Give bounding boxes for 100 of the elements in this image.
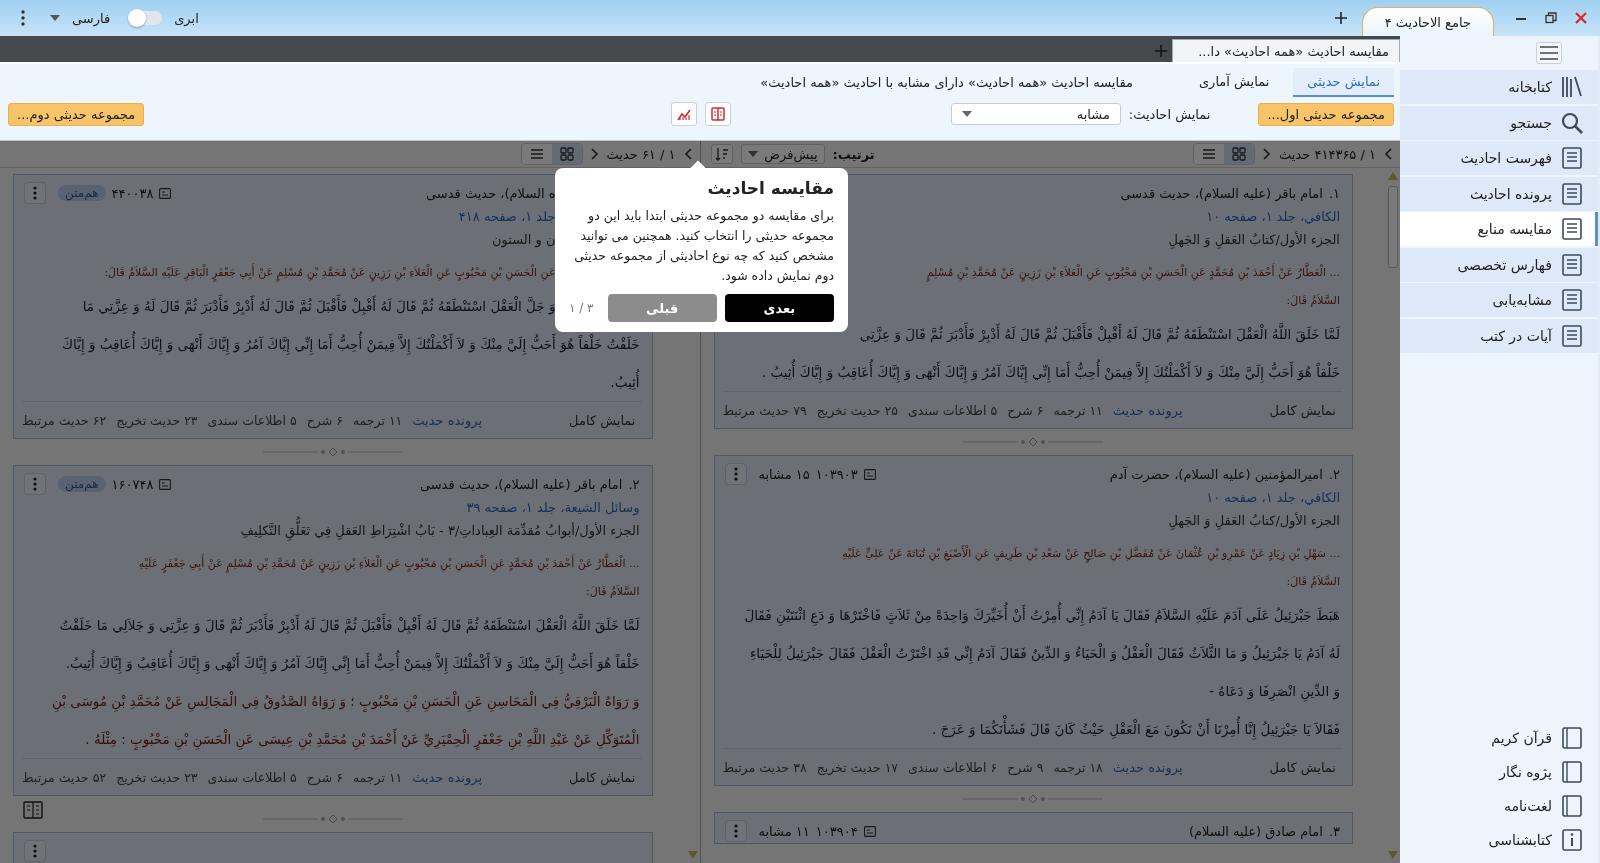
more-menu-button[interactable] [724,463,747,485]
hadith-text: خَلْقاً هُوَ أَحَبُّ إِلَيَّ مِنْكَ وَ لاَ أَكْمَلْتُكَ إِلاَّ فِيمَنْ أُحِبُّ أَمَا إِنِّي إِيَّاكَ آمُرُ وَ إِيَّاكَ أَنْهَى وَ إِيَّاكَ أُعَاقِبُ وَ إِيَّاكَ أُثِيبُ . [761,353,1340,391]
stat-count: ۶ شرح [306,412,343,428]
stat-count: ۶۲ حدیث مرتبط [22,412,107,428]
cloud-toggle[interactable] [128,11,163,25]
grid-view-button[interactable] [1224,144,1255,164]
stat-count: ۹ شرح [1007,759,1044,775]
chart-button[interactable] [670,102,697,126]
filter-dropdown[interactable]: مشابه [950,103,1121,125]
kebab-icon [33,477,37,491]
stat-count: ۲۳ حدیث تخریج [116,412,198,428]
document-tab[interactable]: مقایسه احادیث «همه احادیث» دا... [1172,39,1400,62]
list-view-button[interactable] [1194,144,1225,164]
full-view-link[interactable]: نمایش کامل [1269,402,1336,418]
stat-count: ۲۳ حدیث تخریج [116,769,198,785]
sidebar-item[interactable]: جستجو [1400,105,1598,140]
full-view-link[interactable]: نمایش کامل [569,769,636,785]
filter-label: نمایش احادیث: [1128,106,1211,122]
pager-text: ۱ / ۴۱۴۳۶۵ حدیث [1279,146,1376,162]
menu-button[interactable] [1536,42,1562,64]
similar-count: ۱۱ مشابه [758,823,810,839]
more-menu-button[interactable] [24,840,46,862]
sidebar-item[interactable]: کتابشناسی [1400,823,1598,857]
sidebar-item[interactable]: پژوه نگار [1400,755,1598,789]
book-button[interactable] [704,102,731,126]
sidebar-item[interactable]: پرونده احادیث [1400,176,1598,211]
hadith-text: خَلْقاً هُوَ أَحَبُّ إِلَيَّ مِنْكَ وَ لاَ أَكْمَلْتُكَ إِلاَّ فِيمَنْ أُحِبُّ أَمَا إِنِّي إِيَّاكَ آمُرُ وَ إِيَّاكَ أَنْهَى وَ إِيَّاكَ أُعَاقِبُ وَ إِيَّاكَ أُثِيبُ. [65,644,640,682]
hadith-id: ۱۰۳۹۰۴ [815,823,858,839]
scrollbar-thumb[interactable] [1388,186,1398,268]
similar-count: ۱۵ مشابه [758,466,810,482]
app-tab[interactable]: جامع الاحادیث ۴ [1361,7,1494,36]
document-icon [1560,217,1584,241]
plus-icon [1155,45,1167,57]
sidebar-item[interactable]: فهارس تخصصی [1400,247,1598,282]
view-tab[interactable]: نمایش حدیثی [1293,67,1394,97]
document-icon [1560,252,1584,277]
chain-text: السَّلاَمُ قَالَ: [586,584,640,600]
view-tab[interactable]: نمایش آماری [1184,67,1284,97]
sidebar-item[interactable]: فهرست احادیث [1400,141,1598,175]
note-text: الْمُتَوَكِّلِ عَنْ عَبْدِ اللَّهِ بْنِ جَعْفَرٍ الْحِمْيَرِيِّ عَنْ أَحْمَدَ بْنِ مُحَمَّدِ بْنِ عِيسَى عَنِ الْحَسَنِ بْنِ مَحْبُوبٍ : مِثْلَهُ . [85,720,640,758]
hadith-text: فَقَالاَ يَا جَبْرَئِيلُ إِنَّا أُمِرْنَا أَنْ نَكُونَ مَعَ الْعَقْلِ حَيْثُ كَانَ قَالَ فَشَأْنَكُمَا وَ عَرَجَ . [931,710,1340,748]
stat-count: ۵۲ حدیث مرتبط [22,769,107,785]
hadith-number: ۲. [628,476,640,492]
sidebar-item[interactable]: کتابخانه [1400,70,1598,104]
more-menu-button[interactable] [24,182,46,204]
note-text: وَ رَوَاهُ الْبَرْقِيُّ فِي الْمَحَاسِنِ عَنِ الْحَسَنِ بْنِ مَحْبُوبٍ ؛ وَ رَوَاهُ الصَّدُوقُ فِي الْمَجَالِسِ عَنْ مُحَمَّدِ بْنِ مُوسَى بْنِ [51,682,640,720]
sort-dropdown[interactable]: پیش‌فرض [740,144,825,164]
cloud-label: ابری [174,10,199,26]
hadith-number: ۲. [1328,466,1340,482]
more-menu-button[interactable] [24,473,46,495]
id-card-icon [863,825,876,837]
chevron-left-icon[interactable] [1384,148,1392,160]
language-dropdown[interactable]: فارسی [44,8,117,28]
grid-icon [1232,147,1247,161]
menu-icon [1540,46,1558,60]
sort-icon [714,147,729,161]
grid-view-button[interactable] [551,144,582,164]
narrator-title: امام باقر (علیه السلام)، حدیث قدسی [1120,185,1323,201]
stat-count: ۱۱ ترجمه [352,769,403,785]
sidebar-item[interactable]: مشابه‌یابی [1400,283,1598,317]
id-card-icon [159,187,172,199]
document-icon [1560,288,1584,312]
plus-icon [1334,12,1347,24]
more-menu-button[interactable] [724,820,747,842]
hadith-text: لَمَّا خَلَقَ اللَّهُ الْعَقْلَ اسْتَنْطَقَهُ ثُمَّ قَالَ لَهُ أَقْبِلْ فَأَقْبَلَ ثُمَّ قَالَ لَهُ أَدْبِرْ فَأَدْبَرَ ثُمَّ قَالَ وَ عِزَّتِي وَ جَلاَلِي مَا خَلَقْتُ [59,606,640,644]
same-text-badge: هم‌متن [58,185,106,201]
restore-icon [1545,12,1557,24]
document-icon [1560,181,1584,206]
kebab-icon [733,467,738,481]
chevron-right-icon[interactable] [590,148,599,160]
stat-count: ۶ شرح [306,769,343,785]
list-icon [529,147,544,161]
hadith-text: خَلَقْتُ خَلْقاً هُوَ أَحَبُّ إِلَيَّ مِنْكَ وَ لاَ أَكْمَلْتُكَ إِلاَّ فِيمَنْ أُحِبُّ أَمَا إِنِّي إِيَّاكَ آمُرُ وَ إِيَّاكَ أَنْهَى وَ إِيَّاكَ أُعَاقِبُ وَ إِيَّاكَ [61,325,640,363]
next-button[interactable]: بعدی [724,294,834,322]
sidebar-item[interactable]: مقایسه منابع [1400,212,1598,246]
list-icon [1202,147,1217,161]
full-view-link[interactable]: نمایش کامل [569,412,636,428]
id-card-icon [159,478,172,490]
sidebar-item[interactable]: لغت‌نامه [1400,789,1598,823]
chevron-right-icon[interactable] [1263,148,1272,160]
book-icon [1560,726,1584,750]
document-icon [1560,323,1584,348]
popup-text: برای مقایسه دو مجموعه حدیثی ابتدا باید این دو مجموعه حدیثی را انتخاب کنید. همچنین می توانید مشخص کنید که چه نوع احادیثی از مجموعه حدیثی دوم نمایش داده شود. [573,207,834,286]
chapter-text: الجزء الأول/کتابُ العَقلِ وَ الجَهلِ [1168,511,1340,532]
chevron-left-icon[interactable] [683,148,692,160]
full-view-link[interactable]: نمایش کامل [1269,759,1336,775]
stat-count: ۱۸ ترجمه [1053,759,1103,775]
second-collection-button[interactable]: مجموعه حدیثی دوم... [8,102,145,126]
hadith-number: ۳. [1328,823,1340,839]
stat-count: ۳۸ حدیث مرتبط [722,759,807,775]
caret-icon [50,15,60,21]
narrator-title: امیرالمؤمنین (علیه السلام)، حضرت آدم [1109,466,1323,482]
hadith-text: لَمَّا خَلَقَ اللَّهُ الْعَقْلَ اسْتَنْطَقَهُ ثُمَّ قَالَ لَهُ أَقْبِلْ فَأَقْبَلَ ثُمَّ قَالَ لَهُ أَدْبِرْ فَأَدْبَرَ ثُمَّ قَالَ وَ عِزَّتِي [859,315,1340,353]
list-view-button[interactable] [521,144,552,164]
book-icon[interactable] [23,800,43,820]
first-collection-button[interactable]: مجموعه حدیثی اول... [1258,102,1394,126]
sidebar-item[interactable]: آیات در کتب [1400,318,1598,353]
sort-order-button[interactable] [710,144,733,164]
scrollbar[interactable] [1388,172,1398,859]
sidebar-item[interactable]: قرآن کریم [1400,721,1598,755]
